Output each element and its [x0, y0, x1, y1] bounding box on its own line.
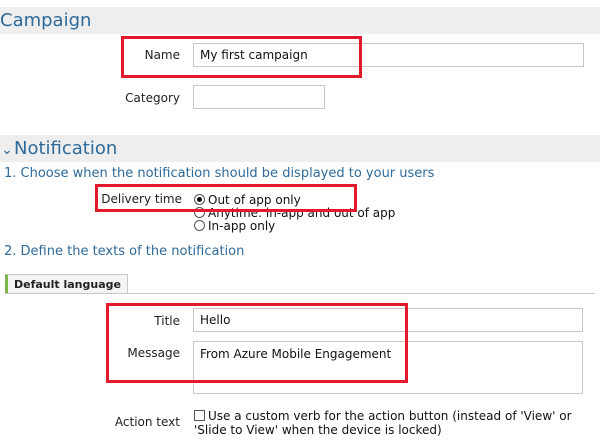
- delivery-option-label: In-app only: [208, 219, 276, 233]
- tab-default-language[interactable]: Default language: [5, 274, 128, 294]
- highlight-box-delivery-time: [95, 184, 357, 212]
- highlight-box-title-message: [106, 303, 408, 383]
- highlight-box-name: [121, 36, 362, 78]
- custom-verb-checkbox[interactable]: [194, 410, 205, 421]
- category-select[interactable]: [193, 85, 325, 109]
- custom-verb-checkbox-row[interactable]: Use a custom verb for the action button …: [194, 409, 598, 437]
- custom-verb-checkbox-label: Use a custom verb for the action button …: [194, 409, 572, 437]
- step-1-heading: 1. Choose when the notification should b…: [4, 166, 435, 181]
- delivery-option-in-app[interactable]: In-app only: [194, 219, 275, 233]
- radio-button[interactable]: [194, 220, 205, 231]
- chevron-down-icon[interactable]: ⌄: [0, 137, 14, 164]
- action-text-label: Action text: [114, 415, 180, 429]
- campaign-section-title: Campaign: [0, 10, 92, 31]
- tab-divider: [5, 293, 595, 294]
- category-label: Category: [125, 91, 180, 105]
- notification-section-title: Notification: [14, 138, 118, 159]
- notification-section-header[interactable]: ⌄Notification: [0, 135, 600, 162]
- campaign-section-header: Campaign: [0, 7, 600, 34]
- step-2-heading: 2. Define the texts of the notification: [4, 244, 245, 259]
